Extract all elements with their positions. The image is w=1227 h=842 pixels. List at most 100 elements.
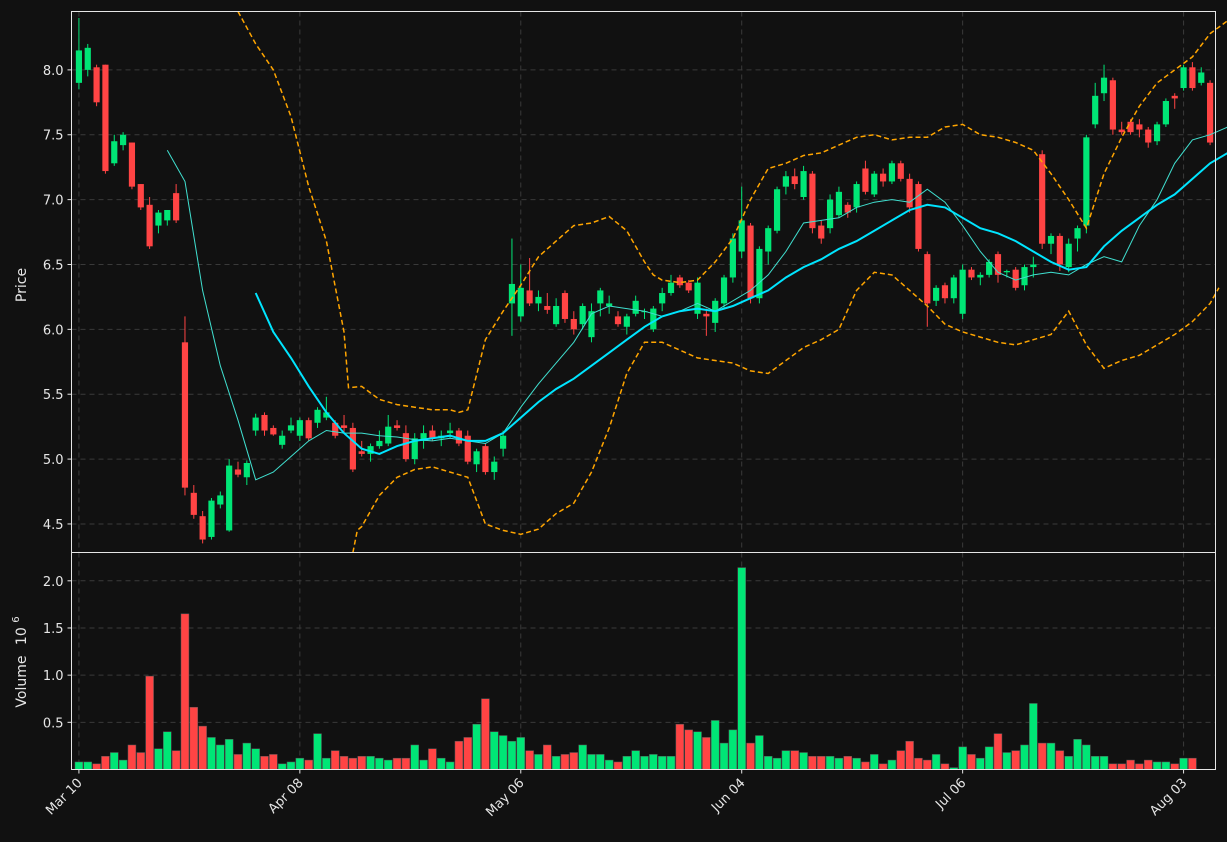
volume-bar — [755, 735, 764, 770]
candle-body — [835, 191, 843, 216]
candle-body — [526, 290, 533, 304]
candle-body — [561, 293, 569, 319]
volume-bar — [1135, 763, 1144, 770]
volume-bar — [587, 754, 596, 770]
candle-body — [959, 269, 966, 314]
candle-body — [747, 225, 754, 299]
candlestick-chart: 4.5 5.0 5.5 6.0 6.5 7.0 7.5 8.0 0.5 1.0 1.5 2.0 Ma… — [11, 11, 1227, 820]
volume-bar — [357, 756, 366, 770]
volume-bars — [74, 567, 1197, 770]
volume-bar — [525, 750, 534, 770]
volume-bar — [83, 761, 92, 770]
volume-panel-grid — [71, 552, 1216, 770]
volume-bar — [260, 756, 269, 770]
volume-bar — [861, 761, 870, 770]
candle-body — [287, 425, 295, 431]
volume-bar — [1152, 761, 1162, 770]
volume-bar — [976, 757, 985, 770]
volume-bar — [207, 737, 216, 770]
candle-body — [199, 516, 206, 540]
volume-bar — [1002, 752, 1012, 770]
volume-bar — [110, 752, 119, 770]
volume-bar — [710, 720, 720, 770]
volume-bar — [675, 723, 685, 770]
candle-body — [102, 64, 109, 172]
candle-body — [544, 306, 551, 310]
candle-body — [1162, 101, 1169, 125]
volume-bar — [852, 757, 861, 770]
volume-bar — [490, 731, 499, 770]
candle-body — [473, 451, 480, 465]
candle-body — [933, 287, 940, 301]
candle-body — [1030, 264, 1037, 268]
volume-tick-label: 1.0 — [43, 669, 64, 684]
volume-bar — [666, 756, 676, 770]
volume-bar — [233, 754, 243, 770]
candle-body — [1189, 67, 1196, 89]
volume-bar — [1029, 703, 1038, 770]
candle-body — [950, 277, 957, 299]
candle-body — [1021, 267, 1028, 286]
volume-bar — [242, 742, 252, 770]
volume-bar — [74, 761, 84, 770]
price-panel-frame — [71, 11, 1216, 553]
volume-bar — [1188, 757, 1197, 770]
candle-body — [906, 178, 913, 208]
candle-body — [1003, 270, 1010, 273]
candle-body — [1083, 137, 1090, 226]
volume-bar — [817, 756, 826, 770]
candle-body — [84, 47, 91, 70]
volume-bar — [92, 763, 101, 770]
volume-bar — [799, 752, 808, 770]
volume-bar — [1082, 744, 1091, 770]
volume-bar — [269, 754, 278, 770]
volume-bar — [649, 754, 658, 770]
price-tick-label: 6.0 — [43, 323, 64, 338]
volume-bar — [516, 737, 526, 770]
candle-body — [340, 425, 348, 428]
volume-bar — [189, 706, 199, 770]
candle-body — [862, 168, 869, 192]
volume-bar — [286, 761, 296, 770]
date-tick-label: Mar 10 — [43, 776, 86, 819]
candle-body — [217, 495, 224, 505]
volume-bar — [154, 748, 163, 770]
candlestick-series — [75, 17, 1214, 544]
volume-bar — [825, 756, 835, 770]
candle-body — [376, 440, 383, 447]
volume-bar — [463, 737, 472, 770]
volume-bar — [622, 756, 632, 770]
volume-bar — [224, 739, 234, 770]
volume-bar — [728, 729, 738, 770]
volume-bar — [295, 757, 305, 770]
volume-bar — [604, 759, 614, 770]
volume-bar — [640, 756, 649, 770]
volume-bar — [984, 746, 994, 770]
volume-bar — [746, 742, 755, 770]
candle-body — [164, 209, 171, 221]
candle-body — [1039, 154, 1046, 244]
candle-body — [305, 420, 312, 439]
volume-bar — [967, 754, 976, 770]
candle-body — [1092, 95, 1099, 125]
volume-bar — [702, 737, 711, 770]
candle-body — [393, 425, 401, 428]
candle-body — [632, 300, 639, 314]
price-tick-label: 5.0 — [43, 453, 64, 468]
candle-body — [597, 290, 604, 304]
volume-bar — [339, 756, 349, 770]
volume-axis-label: Volume — [14, 656, 30, 708]
volume-bar — [896, 750, 906, 770]
price-tick-label: 4.5 — [43, 518, 64, 533]
volume-bar — [808, 756, 817, 770]
volume-bar — [481, 698, 490, 770]
volume-bar — [1099, 756, 1109, 770]
candle-body — [517, 287, 524, 317]
volume-bar — [790, 750, 799, 770]
candle-body — [924, 254, 931, 304]
volume-bar — [304, 759, 313, 770]
volume-bar — [375, 757, 384, 770]
volume-bar — [631, 750, 640, 770]
volume-bar — [313, 733, 322, 770]
price-tick-label: 5.5 — [43, 388, 64, 403]
